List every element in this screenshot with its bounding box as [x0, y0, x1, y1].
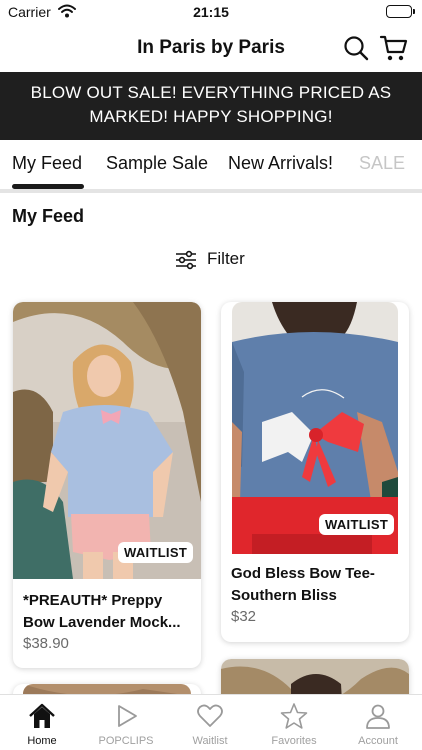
person-icon	[366, 704, 390, 729]
tabs-divider	[0, 189, 422, 193]
tab-account-label: Account	[358, 735, 398, 747]
product-image	[13, 302, 201, 579]
product-card[interactable]: WAITLIST *PREAUTH* Preppy Bow Lavender M…	[13, 302, 201, 668]
tab-favorites-label: Favorites	[271, 735, 317, 747]
tab-new-arrivals[interactable]: New Arrivals!	[228, 153, 333, 174]
product-name-line-1: God Bless Bow Tee-	[231, 565, 375, 582]
clock: 21:15	[193, 4, 229, 20]
tab-home[interactable]: Home	[0, 695, 84, 750]
product-price: $32	[231, 608, 257, 625]
filter-label: Filter	[207, 249, 245, 268]
waitlist-badge: WAITLIST	[118, 542, 194, 563]
section-title: My Feed	[12, 206, 85, 226]
cart-icon[interactable]	[379, 33, 409, 63]
search-icon[interactable]	[343, 34, 369, 62]
heart-icon	[197, 704, 223, 727]
star-icon	[280, 703, 308, 729]
tab-sample-sale[interactable]: Sample Sale	[106, 153, 208, 174]
banner-line-1: BLOW OUT SALE! EVERYTHING PRICED AS	[30, 83, 392, 102]
filter-icon	[176, 250, 196, 270]
banner-line-2: MARKED! HAPPY SHOPPING!	[89, 107, 333, 126]
tab-sale[interactable]: SALE	[359, 153, 405, 174]
tab-favorites[interactable]: Favorites	[252, 695, 336, 750]
tab-waitlist[interactable]: Waitlist	[168, 695, 252, 750]
tab-home-label: Home	[27, 735, 57, 747]
home-icon	[29, 703, 55, 728]
tab-my-feed[interactable]: My Feed	[12, 153, 82, 174]
promo-banner: BLOW OUT SALE! EVERYTHING PRICED AS MARK…	[0, 72, 422, 140]
product-card[interactable]: WAITLIST God Bless Bow Tee- Southern Bli…	[221, 302, 409, 642]
product-name-line-2: Bow Lavender Mock...	[23, 614, 181, 631]
tab-popclips-label: POPCLIPS	[98, 735, 154, 747]
tab-popclips[interactable]: POPCLIPS	[84, 695, 168, 750]
product-price: $38.90	[23, 635, 69, 652]
battery-icon	[386, 5, 415, 18]
tab-account[interactable]: Account	[336, 695, 420, 750]
tab-waitlist-label: Waitlist	[192, 735, 228, 747]
product-name-line-1: *PREAUTH* Preppy	[23, 592, 163, 609]
play-icon	[118, 705, 137, 727]
category-tabs: My Feed Sample Sale New Arrivals! SALE	[0, 140, 422, 190]
nav-bar: In Paris by Paris	[0, 26, 422, 72]
product-name-line-2: Southern Bliss	[231, 587, 337, 604]
status-bar: Carrier 21:15	[0, 0, 422, 26]
bottom-tab-bar: Home POPCLIPS Waitlist Favorites Account	[0, 694, 422, 750]
waitlist-badge: WAITLIST	[319, 514, 395, 535]
